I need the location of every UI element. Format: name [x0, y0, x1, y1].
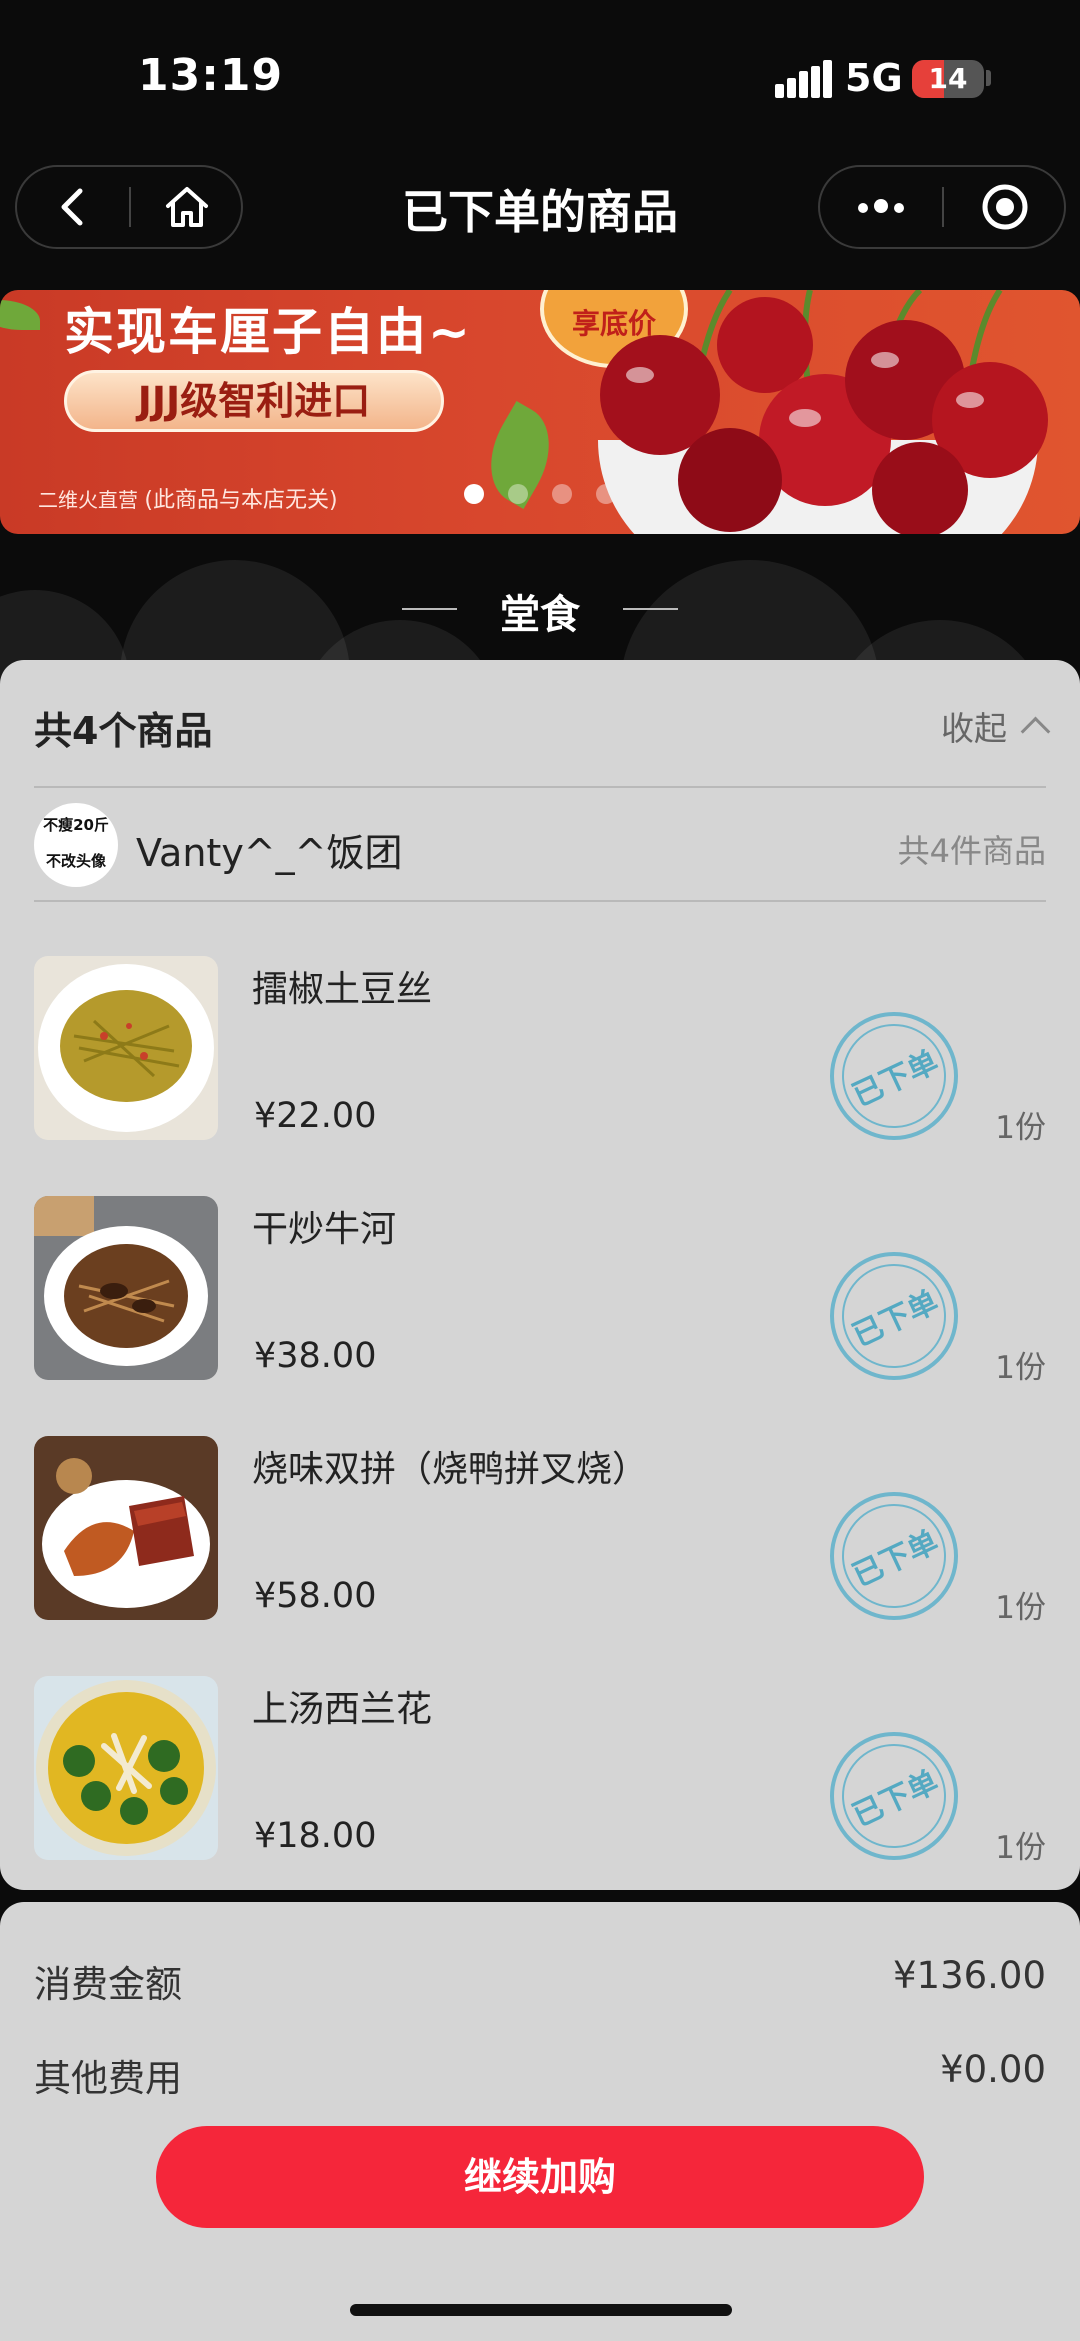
- avatar-text-1: 不瘦20斤: [43, 816, 109, 834]
- avatar-text-2: 不改头像: [45, 852, 106, 870]
- stamp-text: 已下单: [824, 1006, 964, 1146]
- close-button[interactable]: [944, 167, 1066, 247]
- item-quantity: 1份: [995, 1830, 1046, 1866]
- miniprogram-capsule: [818, 165, 1066, 249]
- item-quantity: 1份: [995, 1110, 1046, 1146]
- store-name: Vanty^_^饭团: [136, 831, 403, 875]
- other-fee-label: 其他费用: [34, 2057, 182, 2100]
- item-image-broccoli-soup: [34, 1676, 218, 1860]
- item-price: ¥22.00: [254, 1096, 377, 1136]
- cherries-image: [600, 290, 1048, 534]
- item-image-roast-duck-char-siu: [34, 1436, 218, 1620]
- status-time: 13:19: [138, 50, 284, 101]
- item-price: ¥38.00: [254, 1336, 377, 1376]
- stamp-text: 已下单: [824, 1726, 964, 1866]
- ordered-stamp: 已下单: [824, 1246, 964, 1386]
- signal-icon: [775, 60, 832, 98]
- continue-ordering-button[interactable]: 继续加购: [156, 2126, 924, 2228]
- home-indicator: [350, 2304, 732, 2316]
- banner-source: 二维火直营 (此商品与本店无关): [38, 482, 338, 514]
- item-name: 上汤西兰花: [252, 1689, 433, 1730]
- battery-level: 14: [928, 62, 968, 95]
- collapse-label: 收起: [941, 709, 1007, 748]
- battery-icon: 14: [912, 60, 984, 98]
- ordered-stamp: 已下单: [824, 1726, 964, 1866]
- stamp-text: 已下单: [824, 1246, 964, 1386]
- store-item-count: 共4件商品: [897, 832, 1046, 870]
- avatar: 不瘦20斤 不改头像: [34, 803, 118, 887]
- item-image-shredded-potato: [34, 956, 218, 1140]
- totals-panel: 消费金额 ¥136.00 其他费用 ¥0.00 继续加购: [0, 1902, 1080, 2341]
- collapse-toggle[interactable]: 收起: [941, 702, 1051, 750]
- list-item: 烧味双拼（烧鸭拼叉烧） ¥58.00 已下单 1份: [0, 1436, 1080, 1676]
- divider: [34, 900, 1046, 902]
- network-type: 5G: [845, 56, 903, 100]
- list-item: 干炒牛河 ¥38.00 已下单 1份: [0, 1196, 1080, 1436]
- item-image-beef-chow-fun: [34, 1196, 218, 1380]
- other-fee-value: ¥0.00: [940, 2048, 1046, 2091]
- list-item: 擂椒土豆丝 ¥22.00 已下单 1份: [0, 956, 1080, 1196]
- item-quantity: 1份: [995, 1590, 1046, 1626]
- item-price: ¥58.00: [254, 1576, 377, 1616]
- ordered-stamp: 已下单: [824, 1006, 964, 1146]
- section-line-right: [623, 608, 678, 610]
- ordered-stamp: 已下单: [824, 1486, 964, 1626]
- amount-label: 消费金额: [34, 1963, 182, 2006]
- item-quantity: 1份: [995, 1350, 1046, 1386]
- banner-headline: 实现车厘子自由~: [64, 303, 472, 361]
- more-dots-icon: [855, 198, 907, 217]
- item-price: ¥18.00: [254, 1816, 377, 1856]
- stamp-text: 已下单: [824, 1486, 964, 1626]
- target-close-icon: [982, 184, 1028, 230]
- banner-disclaimer: (此商品与本店无关): [144, 488, 338, 513]
- item-name: 擂椒土豆丝: [252, 969, 433, 1010]
- order-card: 共4个商品 收起 不瘦20斤 不改头像 Vanty^_^饭团 共4件商品 擂椒土…: [0, 660, 1080, 1890]
- amount-value: ¥136.00: [892, 1954, 1046, 1997]
- item-name: 烧味双拼（烧鸭拼叉烧）: [252, 1449, 649, 1490]
- list-item: 上汤西兰花 ¥18.00 已下单 1份: [0, 1676, 1080, 1890]
- divider: [34, 786, 1046, 788]
- chevron-up-icon: [1020, 716, 1051, 747]
- promo-banner[interactable]: 实现车厘子自由~ JJJ级智利进口 二维火直营 (此商品与本店无关) 享底价: [0, 290, 1080, 534]
- banner-pill: JJJ级智利进口: [64, 370, 444, 432]
- more-button[interactable]: [820, 167, 942, 247]
- item-name: 干炒牛河: [252, 1209, 397, 1250]
- banner-source-text: 二维火直营: [38, 488, 138, 512]
- order-count-title: 共4个商品: [34, 709, 213, 753]
- status-bar: 13:19 5G 14: [0, 0, 1080, 150]
- section-label: 堂食: [500, 592, 580, 638]
